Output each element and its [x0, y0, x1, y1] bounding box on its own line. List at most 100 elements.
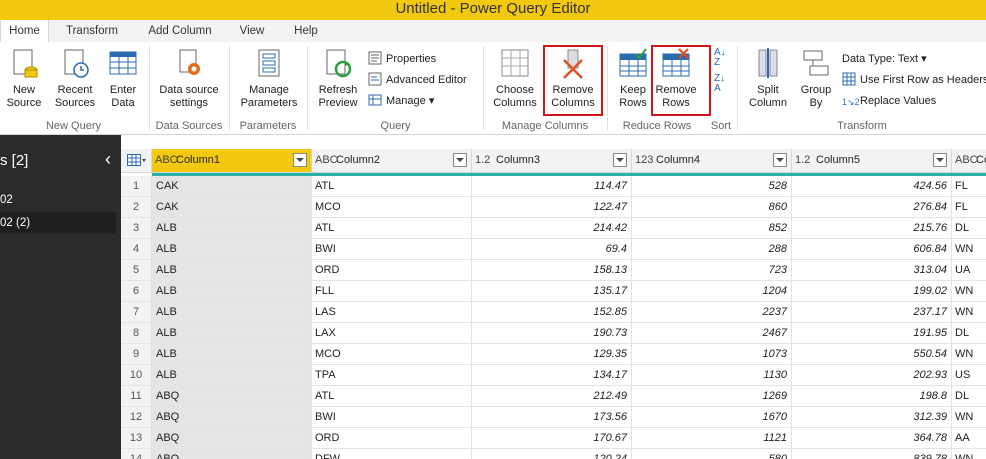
advanced-editor-button[interactable]: Advanced Editor	[368, 71, 467, 89]
table-cell[interactable]: 170.67	[472, 428, 632, 449]
table-cell[interactable]: 723	[632, 260, 792, 281]
refresh-preview-button[interactable]: Refresh Preview	[314, 48, 362, 114]
table-cell[interactable]: 129.35	[472, 344, 632, 365]
table-cell[interactable]: US	[952, 365, 986, 386]
table-cell[interactable]: 214.42	[472, 218, 632, 239]
filter-dropdown-icon[interactable]	[773, 153, 787, 167]
table-cell[interactable]: WN	[952, 302, 986, 323]
table-cell[interactable]: 1130	[632, 365, 792, 386]
column-type-icon[interactable]: 1.2	[795, 154, 810, 166]
enter-data-button[interactable]: Enter Data	[104, 48, 142, 114]
table-cell[interactable]: 114.47	[472, 176, 632, 197]
table-row[interactable]: 1 CAK ATL 114.47 528 424.56 FL	[121, 176, 986, 197]
table-row[interactable]: 2 CAK MCO 122.47 860 276.84 FL	[121, 197, 986, 218]
filter-dropdown-icon[interactable]	[293, 153, 307, 167]
table-row[interactable]: 4 ALB BWI 69.4 288 606.84 WN	[121, 239, 986, 260]
table-cell[interactable]: 135.17	[472, 281, 632, 302]
table-cell[interactable]: MCO	[312, 197, 472, 218]
table-cell[interactable]: 190.73	[472, 323, 632, 344]
table-cell[interactable]: DL	[952, 218, 986, 239]
table-cell[interactable]: ALB	[152, 365, 312, 386]
column-type-icon[interactable]: 123	[635, 154, 653, 166]
table-cell[interactable]: MCO	[312, 344, 472, 365]
table-row[interactable]: 6 ALB FLL 135.17 1204 199.02 WN	[121, 281, 986, 302]
tab-transform[interactable]: Transform	[52, 20, 132, 42]
query-item-selected[interactable]: 02 (2)	[0, 212, 116, 234]
column-type-icon[interactable]: ABC	[315, 154, 338, 166]
table-cell[interactable]: 191.95	[792, 323, 952, 344]
group-by-button[interactable]: Group By	[796, 48, 836, 114]
table-cell[interactable]: 364.78	[792, 428, 952, 449]
new-source-button[interactable]: New Source	[4, 48, 44, 114]
column-header[interactable]: ABCCo	[952, 149, 986, 173]
table-cell[interactable]: 528	[632, 176, 792, 197]
table-cell[interactable]: ORD	[312, 260, 472, 281]
table-cell[interactable]: 2467	[632, 323, 792, 344]
table-cell[interactable]: BWI	[312, 407, 472, 428]
table-cell[interactable]: DFW	[312, 449, 472, 459]
table-cell[interactable]: ABQ	[152, 386, 312, 407]
table-cell[interactable]: 202.93	[792, 365, 952, 386]
table-cell[interactable]: 606.84	[792, 239, 952, 260]
properties-button[interactable]: Properties	[368, 50, 436, 68]
filter-dropdown-icon[interactable]	[933, 153, 947, 167]
table-cell[interactable]: 1121	[632, 428, 792, 449]
table-row[interactable]: 12 ABQ BWI 173.56 1670 312.39 WN	[121, 407, 986, 428]
column-header[interactable]: 1.2 Column5	[792, 149, 952, 173]
table-row[interactable]: 5 ALB ORD 158.13 723 313.04 UA	[121, 260, 986, 281]
table-cell[interactable]: ALB	[152, 260, 312, 281]
column-header[interactable]: 123 Column4	[632, 149, 792, 173]
filter-dropdown-icon[interactable]	[453, 153, 467, 167]
table-row[interactable]: 11 ABQ ATL 212.49 1269 198.8 DL	[121, 386, 986, 407]
table-cell[interactable]: CAK	[152, 176, 312, 197]
column-header[interactable]: ABC Column2	[312, 149, 472, 173]
manage-parameters-button[interactable]: Manage Parameters	[234, 48, 304, 114]
table-cell[interactable]: FL	[952, 176, 986, 197]
table-cell[interactable]: ATL	[312, 176, 472, 197]
table-cell[interactable]: 580	[632, 449, 792, 459]
table-cell[interactable]: ABQ	[152, 407, 312, 428]
data-source-settings-button[interactable]: Data source settings	[154, 48, 224, 114]
table-cell[interactable]: TPA	[312, 365, 472, 386]
keep-rows-button[interactable]: Keep Rows	[614, 48, 652, 114]
table-cell[interactable]: 1073	[632, 344, 792, 365]
table-cell[interactable]: 69.4	[472, 239, 632, 260]
table-cell[interactable]: 158.13	[472, 260, 632, 281]
table-row[interactable]: 10 ALB TPA 134.17 1130 202.93 US	[121, 365, 986, 386]
table-cell[interactable]: 173.56	[472, 407, 632, 428]
table-cell[interactable]: ABQ	[152, 449, 312, 459]
table-cell[interactable]: 152.85	[472, 302, 632, 323]
filter-dropdown-icon[interactable]	[613, 153, 627, 167]
use-first-row-button[interactable]: Use First Row as Headers	[842, 71, 986, 89]
table-cell[interactable]: 215.76	[792, 218, 952, 239]
query-item[interactable]: 02	[0, 189, 116, 211]
table-cell[interactable]: 2237	[632, 302, 792, 323]
column-type-icon[interactable]: 1.2	[475, 154, 490, 166]
table-cell[interactable]: DL	[952, 386, 986, 407]
table-row[interactable]: 7 ALB LAS 152.85 2237 237.17 WN	[121, 302, 986, 323]
table-cell[interactable]: 312.39	[792, 407, 952, 428]
table-cell[interactable]: 212.49	[472, 386, 632, 407]
table-row[interactable]: 8 ALB LAX 190.73 2467 191.95 DL	[121, 323, 986, 344]
collapse-chevron-icon[interactable]: ‹	[105, 149, 111, 170]
table-cell[interactable]: CAK	[152, 197, 312, 218]
table-cell[interactable]: 860	[632, 197, 792, 218]
table-cell[interactable]: WN	[952, 239, 986, 260]
table-cell[interactable]: WN	[952, 407, 986, 428]
table-cell[interactable]: ALB	[152, 302, 312, 323]
table-cell[interactable]: 122.47	[472, 197, 632, 218]
table-cell[interactable]: 1269	[632, 386, 792, 407]
table-cell[interactable]: BWI	[312, 239, 472, 260]
table-cell[interactable]: ALB	[152, 239, 312, 260]
tab-add-column[interactable]: Add Column	[138, 20, 222, 42]
table-cell[interactable]: 313.04	[792, 260, 952, 281]
table-cell[interactable]: ALB	[152, 281, 312, 302]
table-cell[interactable]: ATL	[312, 218, 472, 239]
table-cell[interactable]: WN	[952, 281, 986, 302]
sort-descending-icon[interactable]: Z↓ A	[714, 74, 725, 94]
table-cell[interactable]: DL	[952, 323, 986, 344]
replace-values-button[interactable]: 1↘2Replace Values	[842, 92, 936, 110]
table-cell[interactable]: 424.56	[792, 176, 952, 197]
table-cell[interactable]: 288	[632, 239, 792, 260]
table-cell[interactable]: 237.17	[792, 302, 952, 323]
